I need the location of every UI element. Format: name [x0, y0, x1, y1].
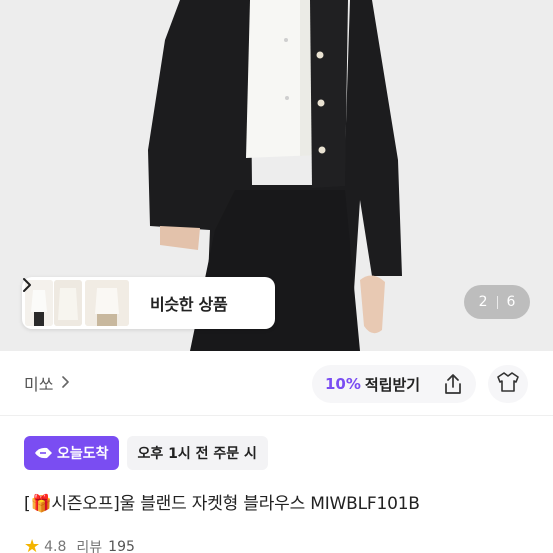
- rating-row[interactable]: ★ 4.8 리뷰 195: [24, 536, 135, 553]
- star-icon: ★: [24, 536, 41, 553]
- review-count: 195: [108, 538, 135, 553]
- section-divider: [0, 415, 553, 416]
- reward-label: 적립받기: [364, 375, 421, 394]
- similar-products-label: 비슷한 상품: [150, 295, 228, 314]
- pager-current: 2: [478, 294, 488, 310]
- pager-divider: [496, 295, 498, 309]
- order-cutoff-badge: 오후 1시 전 주문 시: [126, 436, 268, 470]
- today-delivery-badge: 오늘도착: [24, 436, 119, 470]
- closet-icon: [496, 371, 520, 397]
- similar-products-card[interactable]: 비슷한 상품: [22, 277, 275, 329]
- share-icon[interactable]: [442, 373, 464, 399]
- similar-thumb-3: [85, 280, 129, 326]
- reward-button[interactable]: 10% 적립받기: [312, 365, 476, 403]
- pager-total: 6: [506, 294, 516, 310]
- brand-row: 미쏘 10% 적립받기: [0, 351, 553, 415]
- delivery-arrow-icon: [35, 447, 52, 459]
- brand-link[interactable]: 미쏘: [24, 371, 53, 395]
- title-text: 시즌오프]울 블랜드 자켓형 블라우스 MIWBLF101B: [51, 494, 420, 514]
- product-image-gallery[interactable]: 비슷한 상품 2 6: [0, 0, 553, 351]
- delivery-info: 오늘도착 오후 1시 전 주문 시: [24, 436, 268, 470]
- order-cutoff-text: 오후 1시 전 주문 시: [137, 446, 257, 462]
- today-delivery-label: 오늘도착: [57, 446, 109, 462]
- rating-score: 4.8: [44, 538, 67, 553]
- image-pager: 2 6: [464, 285, 530, 319]
- chevron-right-icon[interactable]: [61, 374, 70, 393]
- similar-thumb-2: [54, 280, 82, 326]
- review-label: 리뷰: [76, 539, 103, 553]
- product-title: [🎁시즌오프]울 블랜드 자켓형 블라우스 MIWBLF101B: [24, 489, 420, 514]
- closet-button[interactable]: [488, 365, 528, 403]
- gift-icon: 🎁: [30, 494, 52, 514]
- reward-percent: 10%: [325, 375, 361, 393]
